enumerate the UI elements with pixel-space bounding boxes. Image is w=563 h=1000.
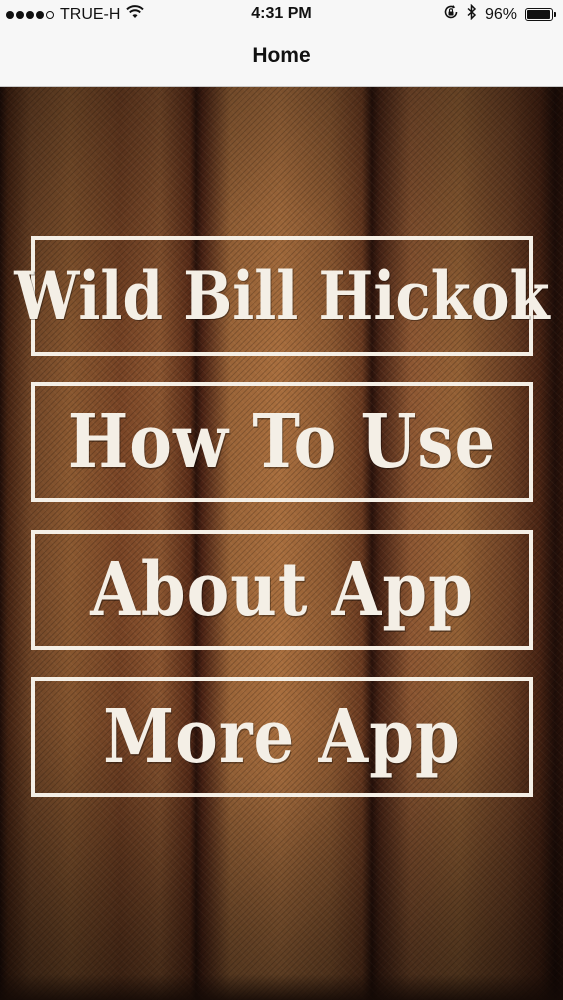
battery-icon xyxy=(525,8,556,21)
battery-percent: 96% xyxy=(484,5,517,23)
home-screen: TRUE-H 4:31 PM 96% Home Wild Bill Hickok… xyxy=(0,0,563,1000)
title-banner-label: Wild Bill Hickok xyxy=(14,256,550,336)
how-to-use-label: How To Use xyxy=(67,398,497,486)
status-bar: TRUE-H 4:31 PM 96% xyxy=(0,0,563,30)
more-app-button[interactable]: More App xyxy=(31,677,533,797)
about-app-button[interactable]: About App xyxy=(31,530,533,650)
rotation-lock-icon xyxy=(443,4,459,25)
battery-fill xyxy=(527,10,550,19)
wood-bottom-edge xyxy=(0,974,563,1000)
more-app-label: More App xyxy=(103,693,461,781)
bluetooth-icon xyxy=(467,3,477,25)
about-app-label: About App xyxy=(90,546,474,634)
nav-bar: Home xyxy=(0,30,563,87)
how-to-use-button[interactable]: How To Use xyxy=(31,382,533,502)
title-banner: Wild Bill Hickok xyxy=(14,236,550,356)
status-right: 96% xyxy=(443,3,556,25)
nav-title: Home xyxy=(252,44,311,67)
